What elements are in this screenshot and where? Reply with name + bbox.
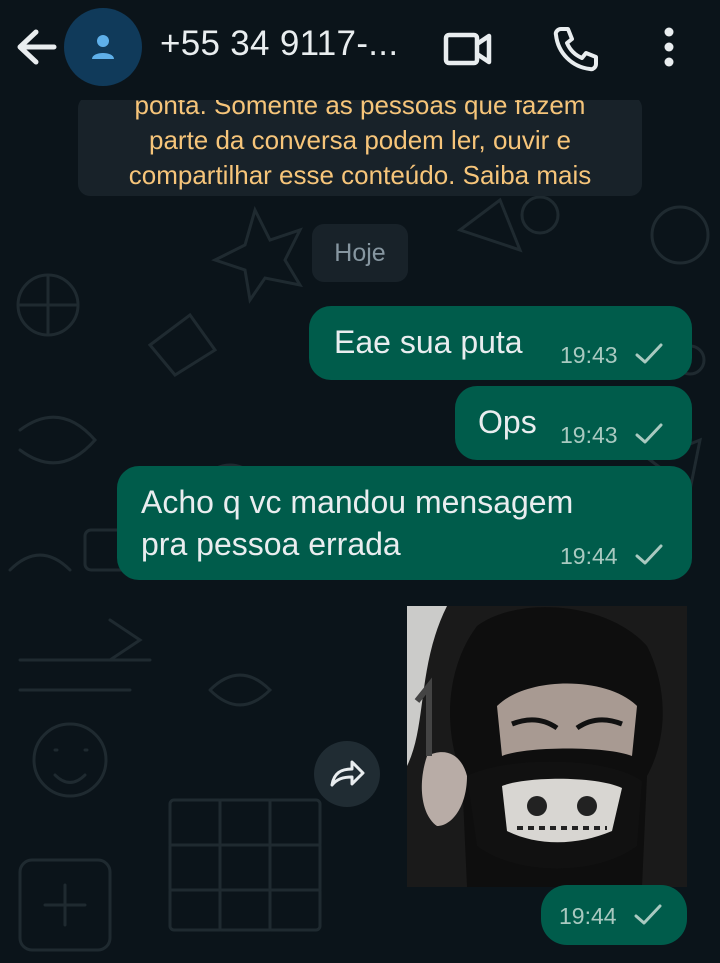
date-divider: Hoje <box>312 224 408 282</box>
message-time: 19:43 <box>560 422 618 448</box>
image-message[interactable] <box>407 606 687 887</box>
person-icon <box>92 35 114 59</box>
message-bubble-outgoing[interactable]: Eae sua puta 19:43 <box>309 306 692 380</box>
photo-content <box>407 606 687 887</box>
check-icon <box>634 904 662 925</box>
more-options-button[interactable] <box>644 22 694 76</box>
image-time-bubble: 19:44 <box>541 885 687 945</box>
arrow-left-icon <box>17 29 57 65</box>
voice-call-button[interactable] <box>548 22 602 76</box>
chat-area[interactable]: ponta. Somente as pessoas que fazem part… <box>0 100 720 963</box>
message-text: Eae sua puta <box>334 324 523 360</box>
contact-avatar[interactable] <box>64 8 142 86</box>
phone-icon <box>553 27 598 72</box>
check-icon <box>635 544 663 565</box>
message-text: Ops <box>478 404 537 440</box>
video-camera-icon <box>443 32 492 66</box>
encryption-notice-line: compartilhar esse conteúdo. Saiba mais <box>128 160 592 190</box>
message-time: 19:43 <box>560 342 618 368</box>
check-icon <box>635 423 663 444</box>
encryption-notice-line: parte da conversa podem ler, ouvir e <box>148 125 572 155</box>
forward-button[interactable] <box>314 741 380 807</box>
back-button[interactable] <box>12 25 62 69</box>
message-bubble-outgoing[interactable]: Ops 19:43 <box>455 386 692 460</box>
message-time: 19:44 <box>560 543 618 569</box>
forward-icon <box>330 760 365 787</box>
check-icon <box>635 343 663 364</box>
message-bubble-outgoing[interactable]: Acho q vc mandou mensagem pra pessoa err… <box>117 466 692 580</box>
chat-header: +55 34 9117-... <box>0 0 720 100</box>
message-time: 19:44 <box>559 903 617 929</box>
more-vertical-icon <box>664 27 674 67</box>
message-text: pra pessoa errada <box>141 526 401 562</box>
video-call-button[interactable] <box>440 22 494 76</box>
encryption-notice-line: ponta. Somente as pessoas que fazem <box>134 100 586 120</box>
message-text: Acho q vc mandou mensagem <box>141 484 574 520</box>
encryption-notice[interactable]: ponta. Somente as pessoas que fazem part… <box>78 100 642 196</box>
contact-name[interactable]: +55 34 9117-... <box>160 24 398 64</box>
